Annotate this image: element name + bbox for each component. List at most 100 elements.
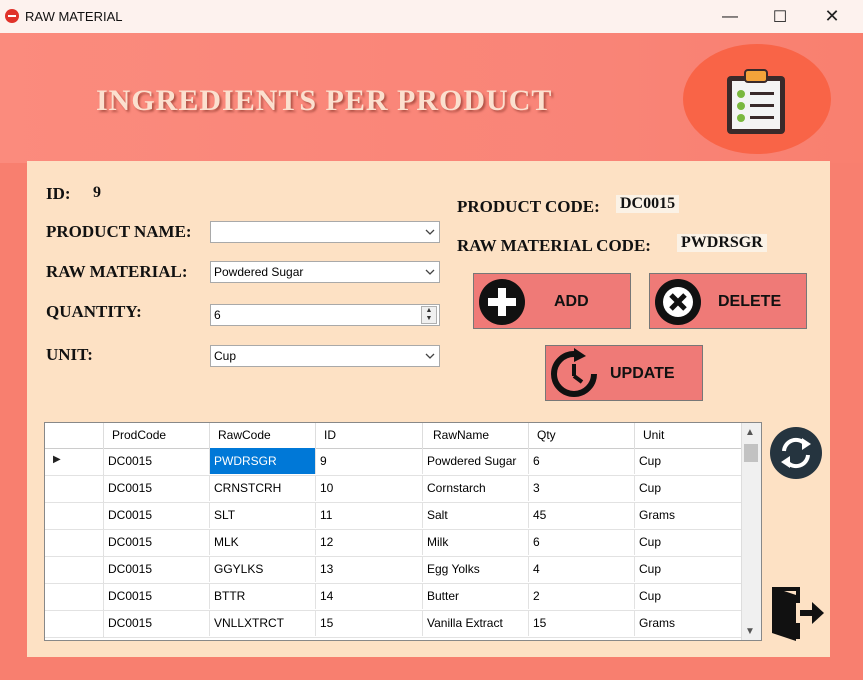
table-row[interactable]: DC0015 BTTR 14 Butter 2 Cup [45,583,742,611]
raw-material-value: Powdered Sugar [214,265,304,279]
plus-circle-icon [479,279,525,325]
row-header[interactable] [45,583,104,610]
delete-button[interactable]: DELETE [649,273,807,329]
cell-id[interactable]: 12 [315,529,422,555]
table-row[interactable]: DC0015 GGYLKS 13 Egg Yolks 4 Cup [45,556,742,584]
cell-rawname[interactable]: Salt [422,502,528,528]
unit-label: UNIT: [46,345,93,364]
exit-door-icon[interactable] [768,585,826,643]
cell-rawcode[interactable]: SLT [209,502,315,528]
row-header[interactable] [45,529,104,556]
cell-unit[interactable]: Grams [634,610,742,636]
clipboard-checklist-icon [727,69,785,134]
cell-prodcode[interactable]: DC0015 [103,610,209,636]
cell-id[interactable]: 13 [315,556,422,582]
cell-unit[interactable]: Cup [634,556,742,582]
cell-rawcode[interactable]: CRNSTCRH [209,475,315,501]
add-button-label: ADD [554,293,589,310]
column-header-prodcode[interactable]: ProdCode [103,423,209,448]
cell-rawcode[interactable]: PWDRSGR [209,448,315,474]
quantity-stepper[interactable]: 6 ▲ ▼ [210,304,440,326]
cell-unit[interactable]: Cup [634,448,742,474]
cell-rawname[interactable]: Milk [422,529,528,555]
add-button[interactable]: ADD [473,273,631,329]
cell-id[interactable]: 15 [315,610,422,636]
chevron-down-icon [425,229,435,235]
cell-prodcode[interactable]: DC0015 [103,556,209,582]
cell-qty[interactable]: 2 [528,583,634,609]
cell-rawcode[interactable]: VNLLXTRCT [209,610,315,636]
refresh-icon[interactable] [769,426,823,480]
cell-prodcode[interactable]: DC0015 [103,529,209,555]
cell-qty[interactable]: 3 [528,475,634,501]
cell-id[interactable]: 10 [315,475,422,501]
window-title: RAW MATERIAL [25,9,123,24]
table-row[interactable]: ▶ DC0015 PWDRSGR 9 Powdered Sugar 6 Cup [45,448,742,476]
scroll-thumb[interactable] [744,444,758,462]
row-header[interactable] [45,556,104,583]
column-header-rawname[interactable]: RawName [422,423,528,448]
cell-rawname[interactable]: Powdered Sugar [422,448,528,474]
maximize-button[interactable]: ☐ [755,0,805,33]
spin-down-icon[interactable]: ▼ [422,315,436,323]
scroll-down-icon[interactable]: ▼ [745,626,755,637]
quantity-label: QUANTITY: [46,302,142,321]
grid-header: ProdCode RawCode ID RawName Qty Unit [45,423,742,449]
cell-unit[interactable]: Cup [634,583,742,609]
column-header-unit[interactable]: Unit [634,423,742,448]
cell-rawname[interactable]: Butter [422,583,528,609]
quantity-value: 6 [214,308,221,322]
product-code-label: PRODUCT CODE: [457,197,600,216]
cell-rawname[interactable]: Vanilla Extract [422,610,528,636]
update-button[interactable]: UPDATE [545,345,703,401]
raw-material-dropdown[interactable]: Powdered Sugar [210,261,440,283]
row-header[interactable] [45,610,104,637]
cell-unit[interactable]: Grams [634,502,742,528]
cell-rawcode[interactable]: BTTR [209,583,315,609]
cell-unit[interactable]: Cup [634,475,742,501]
row-header[interactable] [45,502,104,529]
table-row[interactable]: DC0015 SLT 11 Salt 45 Grams [45,502,742,530]
product-name-dropdown[interactable] [210,221,440,243]
title-bar: RAW MATERIAL — ☐ ✕ [0,0,863,33]
cell-id[interactable]: 9 [315,448,422,474]
cell-id[interactable]: 14 [315,583,422,609]
cell-qty[interactable]: 45 [528,502,634,528]
cell-prodcode[interactable]: DC0015 [103,502,209,528]
product-name-label: PRODUCT NAME: [46,222,192,241]
grid-scrollbar[interactable]: ▲ ▼ [741,423,761,640]
cell-unit[interactable]: Cup [634,529,742,555]
column-header-rawcode[interactable]: RawCode [209,423,315,448]
row-header[interactable] [45,475,104,502]
table-row[interactable]: DC0015 MLK 12 Milk 6 Cup [45,529,742,557]
product-code-value: DC0015 [616,195,680,213]
column-header-qty[interactable]: Qty [528,423,634,448]
id-value: 9 [93,184,101,201]
spin-buttons[interactable]: ▲ ▼ [421,306,437,324]
cell-qty[interactable]: 6 [528,448,634,474]
cell-prodcode[interactable]: DC0015 [103,475,209,501]
cell-qty[interactable]: 6 [528,529,634,555]
cell-prodcode[interactable]: DC0015 [103,448,209,474]
row-header[interactable]: ▶ [45,448,104,475]
cell-rawname[interactable]: Egg Yolks [422,556,528,582]
cell-id[interactable]: 11 [315,502,422,528]
chevron-down-icon [425,269,435,275]
cell-rawcode[interactable]: GGYLKS [209,556,315,582]
close-button[interactable]: ✕ [807,0,857,33]
chevron-down-icon [425,353,435,359]
raw-material-code-value: PWDRSGR [677,234,767,252]
cell-rawname[interactable]: Cornstarch [422,475,528,501]
unit-dropdown[interactable]: Cup [210,345,440,367]
column-header-id[interactable]: ID [315,423,422,448]
ingredients-grid[interactable]: ProdCode RawCode ID RawName Qty Unit ▶ DC… [44,422,762,641]
cell-prodcode[interactable]: DC0015 [103,583,209,609]
scroll-up-icon[interactable]: ▲ [745,427,755,438]
cell-qty[interactable]: 4 [528,556,634,582]
cell-rawcode[interactable]: MLK [209,529,315,555]
cell-qty[interactable]: 15 [528,610,634,636]
table-row[interactable]: DC0015 CRNSTCRH 10 Cornstarch 3 Cup [45,475,742,503]
minimize-button[interactable]: — [705,0,755,33]
update-button-label: UPDATE [610,365,675,382]
table-row[interactable]: DC0015 VNLLXTRCT 15 Vanilla Extract 15 Grams [45,610,742,638]
